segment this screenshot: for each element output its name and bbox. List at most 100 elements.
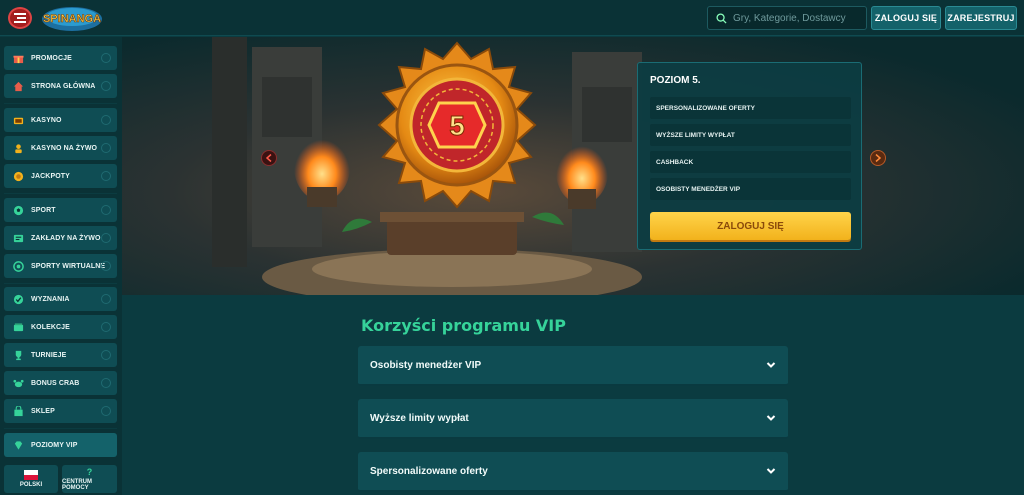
sidebar-item-label: JACKPOTY — [31, 172, 70, 180]
flag-pl-icon — [24, 470, 38, 480]
sidebar-item-label: WYZNANIA — [31, 295, 70, 303]
sidebar-item-label: KOLEKCJE — [31, 323, 70, 331]
temple-background: 5 — [122, 37, 1024, 295]
gift-icon — [12, 52, 24, 64]
sidebar-divider — [4, 103, 117, 104]
chevron-icon — [101, 294, 111, 304]
language-label: POLSKI — [19, 482, 43, 488]
next-level-button[interactable] — [870, 150, 886, 166]
chevron-icon — [101, 81, 111, 91]
search-icon — [716, 12, 727, 24]
chevron-icon — [101, 378, 111, 388]
perk-item: SPERSONALIZOWANE OFERTY — [650, 97, 851, 119]
perk-item: WYŻSZE LIMITY WYPŁAT — [650, 124, 851, 146]
collection-icon — [12, 321, 24, 333]
benefit-accordion-item[interactable]: Spersonalizowane oferty — [358, 452, 788, 492]
sidebar-item-sporty-wirtualne[interactable]: SPORTY WIRTUALNE — [4, 254, 117, 278]
sidebar: PROMOCJE STRONA GŁÓWNA KASYNO KASYNO NA … — [0, 37, 122, 495]
help-icon: ? — [86, 467, 93, 477]
slot-icon — [12, 114, 24, 126]
sidebar-item-turnieje[interactable]: TURNIEJE — [4, 343, 117, 367]
sidebar-item-label: POZIOMY VIP — [31, 441, 78, 449]
soccer-icon — [12, 204, 24, 216]
diamond-icon — [12, 439, 24, 451]
prev-level-button[interactable] — [261, 150, 277, 166]
level-title: POZIOM 5. — [650, 75, 701, 86]
language-button[interactable]: POLSKI — [4, 465, 58, 493]
search-box[interactable] — [707, 6, 867, 30]
sidebar-item-promocje[interactable]: PROMOCJE — [4, 46, 117, 70]
svg-text:SPINANGA: SPINANGA — [43, 13, 101, 25]
virtual-icon — [12, 260, 24, 272]
perk-item: OSOBISTY MENEDŻER VIP — [650, 178, 851, 200]
jackpot-icon — [12, 170, 24, 182]
benefit-label: Osobisty menedżer VIP — [370, 359, 482, 371]
sidebar-item-label: PROMOCJE — [31, 54, 72, 62]
chevron-down-icon — [766, 362, 776, 368]
chevron-icon — [101, 350, 111, 360]
chevron-down-icon — [766, 468, 776, 474]
live-bet-icon — [12, 232, 24, 244]
sidebar-item-label: SPORTY WIRTUALNE — [31, 262, 106, 270]
vip-level-number: 5 — [449, 110, 465, 141]
trophy-icon — [12, 349, 24, 361]
sidebar-item-bonus-crab[interactable]: BONUS CRAB — [4, 371, 117, 395]
sidebar-item-label: TURNIEJE — [31, 351, 67, 359]
sidebar-item-label: SPORT — [31, 206, 56, 214]
card-login-button[interactable]: ZALOGUJ SIĘ — [650, 212, 851, 240]
sidebar-item-label: ZAKŁADY NA ŻYWO — [31, 234, 101, 242]
perk-item: CASHBACK — [650, 151, 851, 173]
search-input[interactable] — [733, 12, 863, 24]
chevron-icon — [101, 171, 111, 181]
chevron-icon — [101, 406, 111, 416]
benefit-accordion-item[interactable]: Osobisty menedżer VIP — [358, 346, 788, 386]
hamburger-icon — [14, 13, 26, 23]
shop-icon — [12, 405, 24, 417]
spinanga-logo[interactable]: SPINANGA — [40, 3, 104, 33]
chevron-icon — [101, 261, 111, 271]
login-button[interactable]: ZALOGUJ SIĘ — [871, 6, 941, 30]
sidebar-item-label: KASYNO — [31, 116, 62, 124]
benefits-heading: Korzyści programu VIP — [361, 316, 566, 335]
chevron-icon — [101, 115, 111, 125]
chevron-right-icon — [875, 154, 881, 162]
benefit-label: Wyższe limity wypłat — [370, 412, 469, 424]
sidebar-divider — [4, 428, 117, 429]
chevron-icon — [101, 53, 111, 63]
benefit-accordion-item[interactable]: Wyższe limity wypłat — [358, 399, 788, 439]
dealer-icon — [12, 142, 24, 154]
sidebar-item-strona-glowna[interactable]: STRONA GŁÓWNA — [4, 74, 117, 98]
help-center-button[interactable]: ? CENTRUM POMOCY — [62, 465, 117, 493]
top-header: SPINANGA ZALOGUJ SIĘ ZAREJESTRUJ — [0, 0, 1024, 36]
benefit-label: Spersonalizowane oferty — [370, 465, 488, 477]
sidebar-item-wyznania[interactable]: WYZNANIA — [4, 287, 117, 311]
sidebar-item-label: STRONA GŁÓWNA — [31, 82, 96, 90]
chevron-icon — [101, 143, 111, 153]
sidebar-item-poziomy-vip[interactable]: POZIOMY VIP — [4, 433, 117, 457]
sidebar-item-label: KASYNO NA ŻYWO — [31, 144, 98, 152]
sidebar-item-jackpoty[interactable]: JACKPOTY — [4, 164, 117, 188]
sidebar-item-kolekcje[interactable]: KOLEKCJE — [4, 315, 117, 339]
crab-icon — [12, 377, 24, 389]
chevron-down-icon — [766, 415, 776, 421]
menu-toggle-button[interactable] — [8, 7, 32, 29]
sidebar-item-sport[interactable]: SPORT — [4, 198, 117, 222]
sidebar-item-zaklady-na-zywo[interactable]: ZAKŁADY NA ŻYWO — [4, 226, 117, 250]
home-icon — [12, 80, 24, 92]
vip-hero-banner: 5 — [122, 37, 1024, 295]
sidebar-item-sklep[interactable]: SKLEP — [4, 399, 117, 423]
help-label: CENTRUM POMOCY — [62, 479, 92, 491]
chevron-icon — [101, 205, 111, 215]
chevron-icon — [101, 233, 111, 243]
vip-level-card: POZIOM 5. SPERSONALIZOWANE OFERTY WYŻSZE… — [637, 62, 862, 250]
sidebar-item-label: SKLEP — [31, 407, 55, 415]
chevron-icon — [101, 322, 111, 332]
chevron-left-icon — [266, 154, 272, 162]
sidebar-item-kasyno-na-zywo[interactable]: KASYNO NA ŻYWO — [4, 136, 117, 160]
challenge-icon — [12, 293, 24, 305]
sidebar-item-label: BONUS CRAB — [31, 379, 80, 387]
sidebar-divider — [4, 193, 117, 194]
sidebar-item-kasyno[interactable]: KASYNO — [4, 108, 117, 132]
register-button[interactable]: ZAREJESTRUJ — [945, 6, 1017, 30]
sidebar-divider — [4, 283, 117, 284]
